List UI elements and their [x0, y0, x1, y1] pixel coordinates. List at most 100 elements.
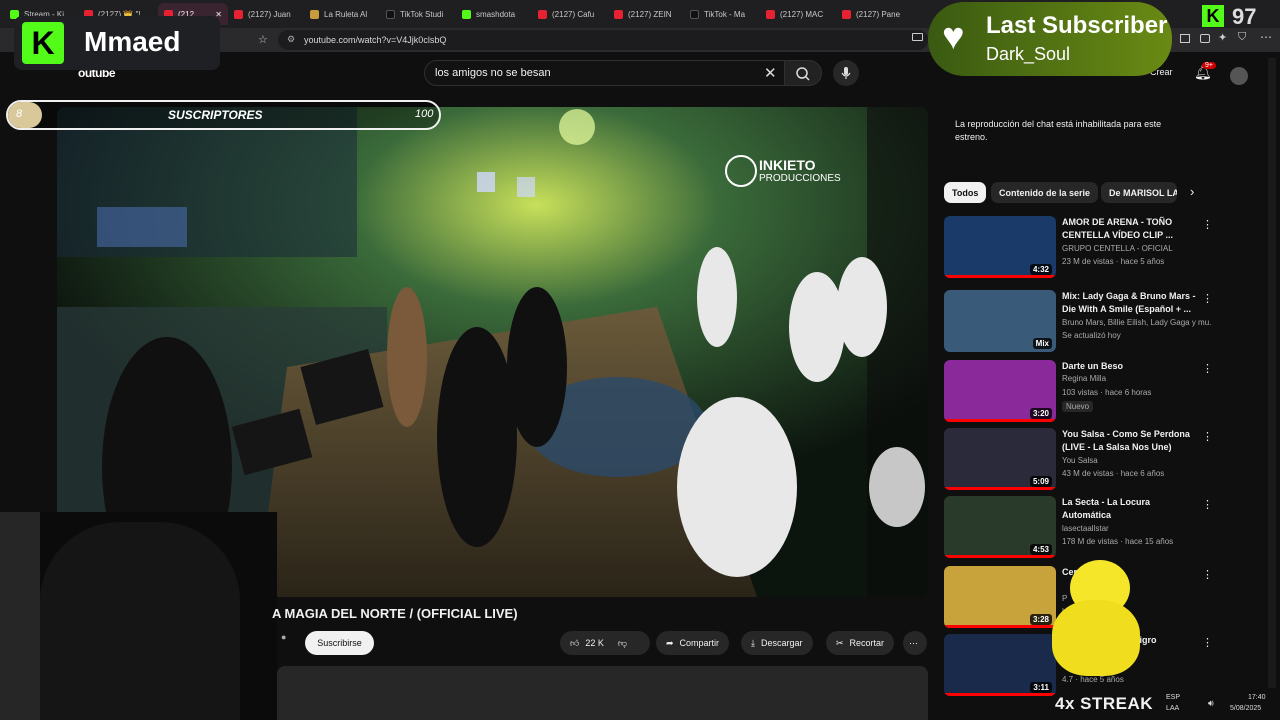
- duration-badge: 3:11: [1030, 682, 1052, 693]
- recommended-video[interactable]: 4:53 La Secta - La Locura Automática lasec…: [944, 496, 1224, 558]
- like-count[interactable]: 22 K: [585, 638, 604, 648]
- more-options-icon[interactable]: ⋮: [1202, 498, 1213, 511]
- video-title[interactable]: La Secta - La Locura Automática: [1062, 496, 1200, 522]
- video-title[interactable]: You Salsa - Como Se Perdona (LIVE - La S…: [1062, 428, 1200, 454]
- last-subscriber-overlay: ♥ Last Subscriber Dark_Soul: [928, 2, 1172, 76]
- youtube-icon: [842, 9, 851, 19]
- watch-progress-bar: [944, 625, 1056, 628]
- chip-channel[interactable]: De MARISOL LA: [1101, 182, 1177, 203]
- new-badge: Nuevo: [1062, 401, 1094, 412]
- clip-button[interactable]: ✂ Recortar: [826, 631, 895, 655]
- menu-dots-icon[interactable]: ⋯: [1260, 30, 1272, 44]
- more-actions-button[interactable]: ⋯: [903, 631, 927, 655]
- viewer-count: 97: [1232, 4, 1257, 29]
- heart-icon: ♥: [942, 16, 965, 58]
- chevron-right-icon[interactable]: ›: [1190, 184, 1194, 199]
- youtube-icon: [766, 9, 775, 19]
- extensions-icon[interactable]: ✦: [1218, 31, 1227, 44]
- mic-icon: [841, 67, 851, 79]
- collections-icon[interactable]: [1200, 34, 1210, 43]
- browser-tab[interactable]: TikTok Studi: [386, 3, 456, 25]
- tab-label: La Ruleta Al: [324, 9, 368, 19]
- kick-icon: [462, 9, 471, 19]
- scissors-icon: ✂: [836, 637, 844, 648]
- chip-all[interactable]: Todos: [944, 182, 987, 203]
- video-thumbnail[interactable]: 4:53: [944, 496, 1056, 558]
- browser-tab[interactable]: (2127) Pane: [842, 3, 912, 25]
- recommended-video[interactable]: 5:09 You Salsa - Como Se Perdona (LIVE - …: [944, 428, 1224, 490]
- bookmark-icon[interactable]: ☆: [258, 33, 268, 46]
- more-options-icon[interactable]: ⋮: [1202, 292, 1213, 305]
- last-sub-title: Last Subscriber: [986, 12, 1168, 39]
- video-thumbnail[interactable]: 3:11: [944, 634, 1056, 696]
- channel-name[interactable]: Bruno Mars, Billie Eilish, Lady Gaga y m…: [1062, 318, 1212, 327]
- browser-tab[interactable]: (2127) ZEIN: [614, 3, 684, 25]
- watermark-subtext: PRODUCCIONES: [759, 173, 841, 184]
- description-box[interactable]: [277, 666, 928, 720]
- shield-icon[interactable]: ⛉: [1238, 31, 1246, 44]
- avatar[interactable]: [1230, 67, 1248, 85]
- like-icon[interactable]: 👍︎: [570, 638, 579, 649]
- channel-name[interactable]: GRUPO CENTELLA - OFICIAL: [1062, 244, 1212, 253]
- watch-progress-bar: [944, 275, 1056, 278]
- lang-line2[interactable]: LAA: [1166, 705, 1179, 712]
- subscribe-button[interactable]: Suscribirse: [305, 631, 374, 655]
- more-options-icon[interactable]: ⋮: [1202, 218, 1213, 231]
- clear-search-icon[interactable]: ✕: [764, 64, 777, 82]
- search-query: los amigos no se besan: [435, 67, 551, 79]
- video-thumbnail[interactable]: 3:20: [944, 360, 1056, 422]
- duration-badge: 3:28: [1029, 614, 1052, 625]
- site-info-icon[interactable]: ⚙: [287, 34, 295, 45]
- chip-series[interactable]: Contenido de la serie: [991, 182, 1099, 203]
- search-input[interactable]: los amigos no se besan ✕: [424, 60, 786, 86]
- more-options-icon[interactable]: ⋮: [1202, 362, 1213, 375]
- more-options-icon[interactable]: ⋮: [1202, 568, 1213, 581]
- dislike-icon[interactable]: 👎︎: [618, 638, 627, 649]
- video-thumbnail[interactable]: 4:32: [944, 216, 1056, 278]
- goal-current: 8: [16, 108, 23, 120]
- search-button[interactable]: [784, 60, 822, 86]
- recommended-video[interactable]: 3:20 Darte un Beso Regina Milla 103 vistas …: [944, 360, 1224, 422]
- browser-tab[interactable]: TikTok - Ma: [690, 3, 760, 25]
- download-button[interactable]: ⤓ Descargar: [741, 631, 813, 655]
- share-button[interactable]: ➦ Compartir: [656, 631, 730, 655]
- clock-time[interactable]: 17:40: [1248, 694, 1266, 701]
- download-icon: ⤓: [751, 637, 755, 648]
- video-title[interactable]: AMOR DE ARENA - TOÑO CENTELLA VÍDEO CLIP…: [1062, 216, 1200, 242]
- tiktok-icon: [690, 9, 699, 19]
- video-title[interactable]: Darte un Beso: [1062, 360, 1200, 373]
- download-label: Descargar: [760, 638, 803, 648]
- channel-name[interactable]: Regina Milla: [1062, 374, 1212, 383]
- tab-label: (2127) ZEIN: [628, 9, 672, 19]
- browser-tab[interactable]: La Ruleta Al: [310, 3, 380, 25]
- volume-icon[interactable]: 🔊︎: [1208, 698, 1214, 709]
- video-meta: 103 vistas · hace 6 horas: [1062, 388, 1152, 397]
- channel-name[interactable]: lasectaallstar: [1062, 524, 1212, 533]
- browser-tab[interactable]: (2127) MAC: [766, 3, 836, 25]
- recommended-video[interactable]: 4:32 AMOR DE ARENA - TOÑO CENTELLA VÍDEO …: [944, 216, 1224, 278]
- duration-badge: 4:53: [1029, 544, 1052, 555]
- video-thumbnail[interactable]: 3:28: [944, 566, 1056, 628]
- lang-line1[interactable]: ESP: [1166, 694, 1180, 701]
- more-options-icon[interactable]: ⋮: [1202, 636, 1213, 649]
- channel-name[interactable]: You Salsa: [1062, 456, 1212, 465]
- video-title: A MAGIA DEL NORTE / (OFFICIAL LIVE): [272, 606, 518, 621]
- cast-icon[interactable]: [912, 33, 923, 41]
- browser-tab[interactable]: (2127) Cafu: [538, 3, 608, 25]
- browser-tab[interactable]: smashdota: [462, 3, 532, 25]
- recommended-video[interactable]: Mix Mix: Lady Gaga & Bruno Mars - Die Wit…: [944, 290, 1224, 352]
- sidebar-icon[interactable]: [1180, 34, 1190, 43]
- browser-tab[interactable]: (2127) Juan: [234, 3, 304, 25]
- video-meta: 178 M de vistas · hace 15 años: [1062, 537, 1174, 546]
- duration-badge: 3:20: [1029, 408, 1052, 419]
- video-thumbnail[interactable]: Mix: [944, 290, 1056, 352]
- video-thumbnail[interactable]: 5:09: [944, 428, 1056, 490]
- video-title[interactable]: Mix: Lady Gaga & Bruno Mars - Die With A…: [1062, 290, 1200, 316]
- voice-search-button[interactable]: [833, 60, 859, 86]
- duration-badge: 5:09: [1029, 476, 1052, 487]
- address-bar[interactable]: ⚙ youtube.com/watch?v=V4Jjk0clsbQ: [278, 30, 928, 50]
- clock-date[interactable]: 5/08/2025: [1230, 705, 1261, 712]
- tab-label: smashdota: [476, 9, 516, 19]
- sidebar-scrollbar[interactable]: [1268, 58, 1276, 688]
- more-options-icon[interactable]: ⋮: [1202, 430, 1213, 443]
